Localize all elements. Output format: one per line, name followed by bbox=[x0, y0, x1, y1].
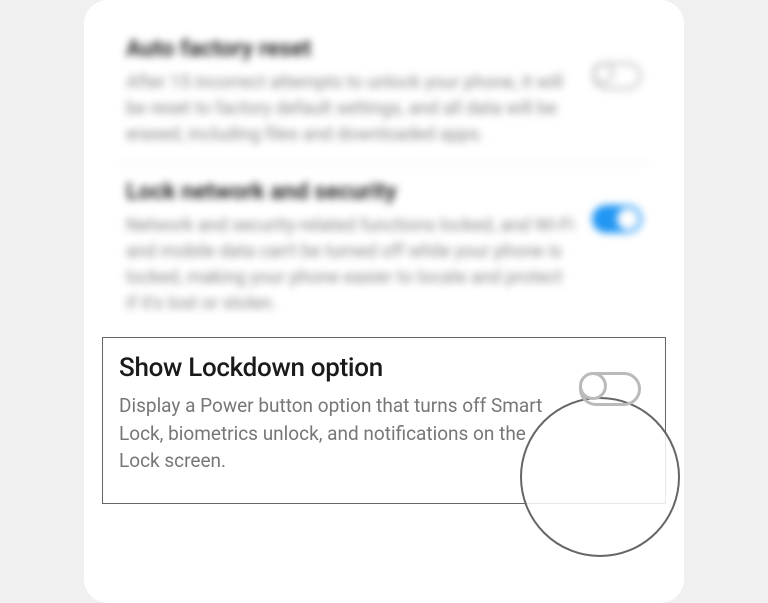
setting-title: Lock network and security bbox=[126, 177, 576, 207]
toggle-lock-network-security[interactable] bbox=[592, 205, 642, 233]
setting-content: Lock network and security Network and se… bbox=[126, 177, 576, 317]
setting-content: Auto factory reset After 15 incorrect at… bbox=[126, 34, 576, 148]
setting-title: Show Lockdown option bbox=[119, 352, 563, 386]
toggle-auto-factory-reset[interactable] bbox=[592, 62, 642, 90]
settings-panel: Auto factory reset After 15 incorrect at… bbox=[84, 0, 684, 603]
setting-show-lockdown[interactable]: Show Lockdown option Display a Power but… bbox=[102, 337, 666, 503]
divider bbox=[120, 162, 648, 163]
setting-description: Display a Power button option that turns… bbox=[119, 392, 563, 475]
setting-auto-factory-reset[interactable]: Auto factory reset After 15 incorrect at… bbox=[102, 20, 666, 162]
setting-lock-network-security[interactable]: Lock network and security Network and se… bbox=[102, 163, 666, 331]
setting-content: Show Lockdown option Display a Power but… bbox=[119, 352, 563, 474]
setting-title: Auto factory reset bbox=[126, 34, 576, 64]
setting-description: After 15 incorrect attempts to unlock yo… bbox=[126, 70, 576, 148]
toggle-show-lockdown[interactable] bbox=[579, 372, 641, 406]
setting-description: Network and security-related functions l… bbox=[126, 213, 576, 317]
